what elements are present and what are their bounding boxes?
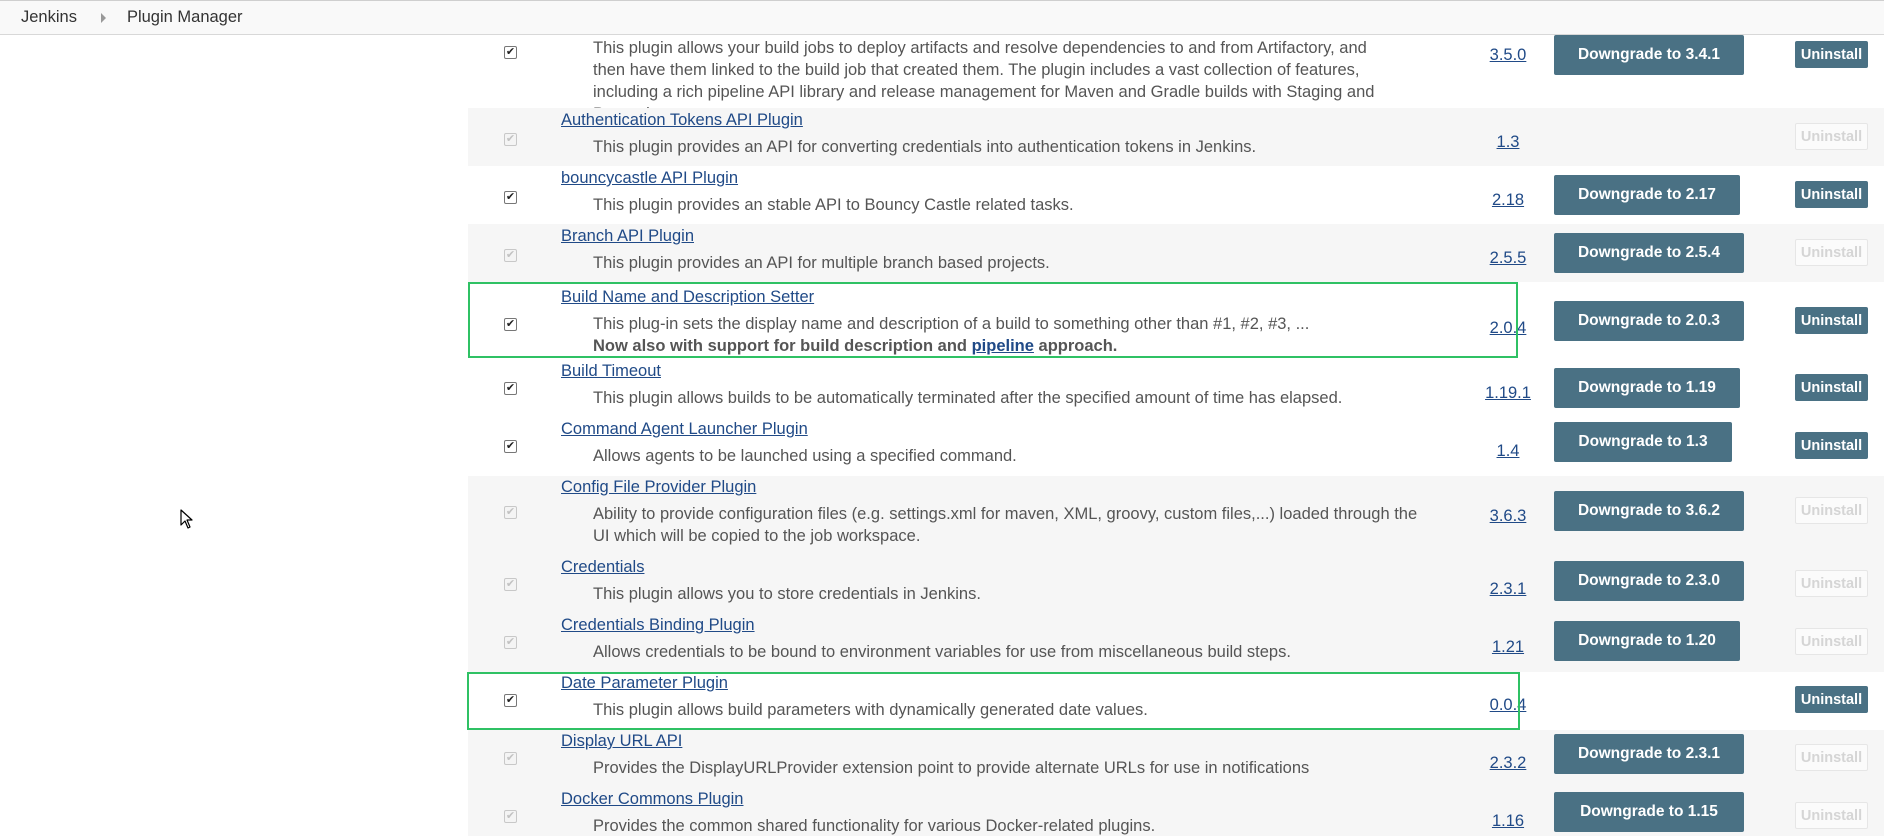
- plugin-description: Allows credentials to be bound to enviro…: [593, 643, 1291, 661]
- plugin-description: Ability to provide configuration files (…: [593, 505, 1418, 545]
- table-row: ✔ Credentials This plugin allows you to …: [468, 556, 1884, 614]
- downgrade-button[interactable]: Downgrade to 1.3: [1554, 422, 1732, 462]
- table-row: ✔ Config File Provider Plugin Ability to…: [468, 476, 1884, 556]
- downgrade-button[interactable]: Downgrade to 1.15: [1554, 792, 1744, 832]
- plugin-description-note: Now also with support for build descript…: [593, 337, 1117, 356]
- plugin-name-link[interactable]: Branch API Plugin: [561, 227, 694, 246]
- plugin-name-link[interactable]: Credentials: [561, 558, 644, 577]
- table-row: ✔ Display URL API Provides the DisplayUR…: [468, 730, 1884, 788]
- plugin-description: This plug-in sets the display name and d…: [593, 315, 1310, 333]
- note-text-end: approach.: [1033, 337, 1118, 355]
- plugin-version-link[interactable]: 2.18: [1468, 191, 1548, 210]
- breadcrumb: Jenkins Plugin Manager: [0, 0, 1884, 35]
- breadcrumb-plugin-manager[interactable]: Plugin Manager: [127, 8, 243, 27]
- enable-checkbox[interactable]: ✔: [504, 46, 517, 59]
- uninstall-button[interactable]: Uninstall: [1795, 181, 1868, 208]
- uninstall-button[interactable]: Uninstall: [1795, 686, 1868, 713]
- plugin-name-link[interactable]: Credentials Binding Plugin: [561, 616, 755, 635]
- plugin-description: Provides the DisplayURLProvider extensio…: [593, 759, 1310, 777]
- plugin-version-link[interactable]: 3.6.3: [1468, 507, 1548, 526]
- plugin-description: This plugin allows build parameters with…: [593, 701, 1148, 719]
- pipeline-link[interactable]: pipeline: [972, 337, 1034, 355]
- plugin-version-link[interactable]: 2.0.4: [1468, 319, 1548, 338]
- plugin-description: This plugin provides an API for multiple…: [593, 254, 1050, 272]
- plugin-name-link[interactable]: Command Agent Launcher Plugin: [561, 420, 808, 439]
- plugin-version-link[interactable]: 1.21: [1468, 638, 1548, 657]
- enable-checkbox[interactable]: ✔: [504, 191, 517, 204]
- uninstall-button: Uninstall: [1795, 497, 1868, 524]
- plugin-description: This plugin provides an stable API to Bo…: [593, 196, 1074, 214]
- enable-checkbox[interactable]: ✔: [504, 694, 517, 707]
- table-row: ✔ Build Name and Description Setter This…: [468, 282, 1884, 360]
- uninstall-button: Uninstall: [1795, 744, 1868, 771]
- plugin-version-link[interactable]: 1.3: [1468, 133, 1548, 152]
- enable-checkbox[interactable]: ✔: [504, 382, 517, 395]
- table-row: ✔ Date Parameter Plugin This plugin allo…: [468, 672, 1884, 730]
- uninstall-button: Uninstall: [1795, 239, 1868, 266]
- plugin-description: Provides the common shared functionality…: [593, 817, 1156, 835]
- plugin-name-link[interactable]: Config File Provider Plugin: [561, 478, 756, 497]
- plugin-name-link[interactable]: bouncycastle API Plugin: [561, 169, 738, 188]
- enable-checkbox: ✔: [504, 810, 517, 823]
- plugin-version-link[interactable]: 1.4: [1468, 442, 1548, 461]
- plugin-description: This plugin allows you to store credenti…: [593, 585, 981, 603]
- enable-checkbox: ✔: [504, 578, 517, 591]
- enable-checkbox: ✔: [504, 636, 517, 649]
- downgrade-button[interactable]: Downgrade to 1.19: [1554, 368, 1740, 408]
- plugin-description: Allows agents to be launched using a spe…: [593, 447, 1017, 465]
- downgrade-button[interactable]: Downgrade to 3.6.2: [1554, 491, 1744, 531]
- uninstall-button[interactable]: Uninstall: [1795, 374, 1868, 401]
- downgrade-button[interactable]: Downgrade to 2.3.0: [1554, 561, 1744, 601]
- plugin-name-link[interactable]: Display URL API: [561, 732, 682, 751]
- uninstall-button[interactable]: Uninstall: [1795, 432, 1868, 459]
- plugin-description: This plugin provides an API for converti…: [593, 138, 1257, 156]
- plugin-version-link[interactable]: 2.3.2: [1468, 754, 1548, 773]
- table-row: ✔ Authentication Tokens API Plugin This …: [468, 108, 1884, 166]
- plugin-version-link[interactable]: 1.16: [1468, 812, 1548, 831]
- plugin-name-link[interactable]: Date Parameter Plugin: [561, 674, 728, 693]
- enable-checkbox: ✔: [504, 752, 517, 765]
- table-row: ✔ This plugin allows your build jobs to …: [468, 35, 1884, 123]
- downgrade-button[interactable]: Downgrade to 3.4.1: [1554, 35, 1744, 75]
- plugin-version-link[interactable]: 2.3.1: [1468, 580, 1548, 599]
- downgrade-button[interactable]: Downgrade to 2.0.3: [1554, 301, 1744, 341]
- table-row: ✔ Command Agent Launcher Plugin Allows a…: [468, 418, 1884, 476]
- uninstall-button: Uninstall: [1795, 123, 1868, 150]
- plugin-version-link[interactable]: 1.19.1: [1468, 384, 1548, 403]
- plugin-version-link[interactable]: 3.5.0: [1468, 46, 1548, 65]
- uninstall-button[interactable]: Uninstall: [1795, 307, 1868, 334]
- mouse-cursor-icon: [180, 509, 193, 529]
- enable-checkbox: ✔: [504, 133, 517, 146]
- table-row: ✔ Credentials Binding Plugin Allows cred…: [468, 614, 1884, 672]
- note-text: Now also with support for build descript…: [593, 337, 972, 355]
- enable-checkbox: ✔: [504, 249, 517, 262]
- plugin-name-link[interactable]: Build Timeout: [561, 362, 661, 381]
- enable-checkbox[interactable]: ✔: [504, 318, 517, 331]
- table-row: ✔ bouncycastle API Plugin This plugin pr…: [468, 166, 1884, 224]
- plugin-version-link[interactable]: 0.0.4: [1468, 696, 1548, 715]
- plugin-name-link[interactable]: Build Name and Description Setter: [561, 288, 814, 307]
- downgrade-button[interactable]: Downgrade to 2.3.1: [1554, 734, 1744, 774]
- uninstall-button: Uninstall: [1795, 628, 1868, 655]
- plugin-name-link[interactable]: Authentication Tokens API Plugin: [561, 111, 803, 130]
- uninstall-button: Uninstall: [1795, 570, 1868, 597]
- plugin-description: This plugin allows builds to be automati…: [593, 389, 1343, 407]
- table-row: ✔ Build Timeout This plugin allows build…: [468, 360, 1884, 418]
- downgrade-button[interactable]: Downgrade to 2.5.4: [1554, 233, 1744, 273]
- uninstall-button[interactable]: Uninstall: [1795, 41, 1868, 68]
- breadcrumb-separator-icon: [100, 12, 106, 23]
- plugin-name-link[interactable]: Docker Commons Plugin: [561, 790, 743, 809]
- enable-checkbox[interactable]: ✔: [504, 440, 517, 453]
- downgrade-button[interactable]: Downgrade to 2.17: [1554, 175, 1740, 215]
- uninstall-button: Uninstall: [1795, 802, 1868, 829]
- breadcrumb-jenkins[interactable]: Jenkins: [21, 8, 77, 27]
- table-row: ✔ Docker Commons Plugin Provides the com…: [468, 788, 1884, 836]
- plugin-version-link[interactable]: 2.5.5: [1468, 249, 1548, 268]
- table-row: ✔ Branch API Plugin This plugin provides…: [468, 224, 1884, 282]
- downgrade-button[interactable]: Downgrade to 1.20: [1554, 621, 1740, 661]
- enable-checkbox: ✔: [504, 506, 517, 519]
